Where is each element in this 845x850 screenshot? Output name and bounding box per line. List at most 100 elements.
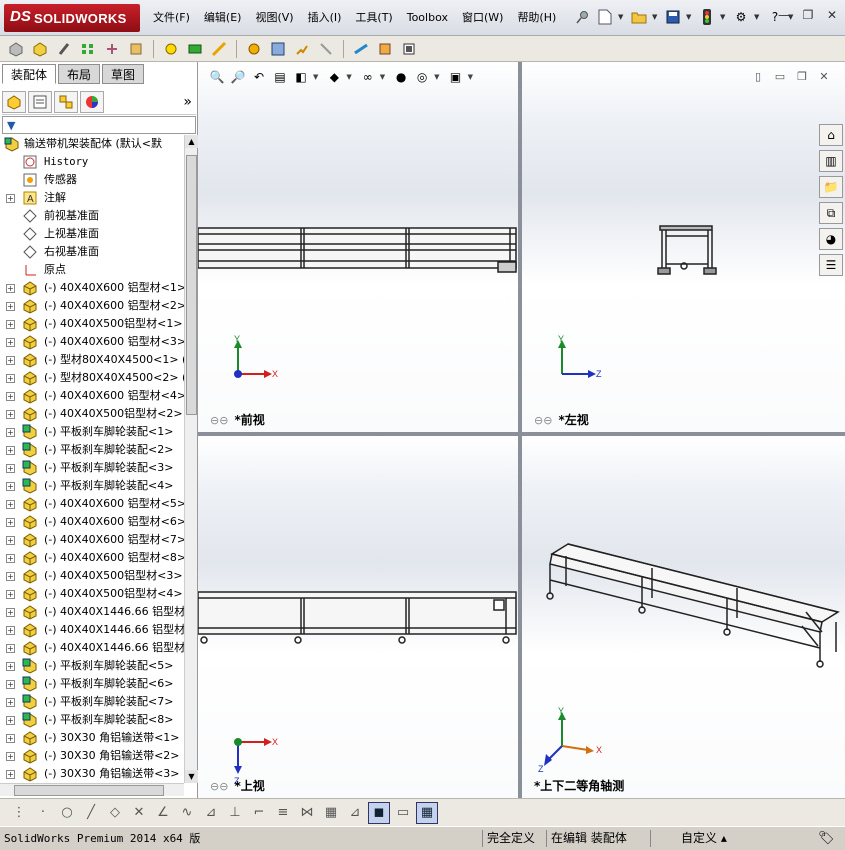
view-orientation-dropdown-icon[interactable]: ▼ [313,73,318,81]
new-part-icon[interactable] [30,39,50,59]
viewport-isometric[interactable]: Y X Z *上下二等角轴测 [522,436,845,798]
relation-icon[interactable]: ⊥ [224,802,246,824]
tab-assembly[interactable]: 装配体 [2,64,57,84]
tag-icon[interactable]: 🏷 [818,830,838,847]
tree-item[interactable]: + (-) 30X30 角铝输送带<3> [0,765,184,783]
view-settings-icon[interactable]: ▣ [447,68,465,86]
viewport-splitter-horizontal[interactable] [198,432,845,436]
zoom-to-area-icon[interactable]: 🔎 [229,68,247,86]
expand-toggle-icon[interactable]: + [6,698,15,707]
expand-toggle-icon[interactable]: + [6,626,15,635]
expand-toggle-icon[interactable]: + [6,356,15,365]
menu-help[interactable]: 帮助(H) [510,9,563,27]
minimize-icon[interactable]: — [777,8,791,22]
dimension-icon[interactable]: ⊿ [200,802,222,824]
new-document-icon[interactable] [596,8,614,26]
expand-toggle-icon[interactable]: + [6,518,15,527]
line-icon[interactable]: ╱ [80,802,102,824]
tree-item[interactable]: + (-) 30X30 角铝输送带<2> [0,747,184,765]
restore-icon[interactable]: ❐ [801,8,815,22]
trim-icon[interactable]: ✕ [128,802,150,824]
expand-toggle-icon[interactable]: + [6,338,15,347]
tile-horizontal-icon[interactable]: ▯ [751,70,765,84]
show-hidden-icon[interactable] [161,39,181,59]
expand-toggle-icon[interactable]: + [6,410,15,419]
shaded-view-icon[interactable]: ◼ [368,801,390,824]
tree-item[interactable]: + (-) 型材80X40X4500<1> ( [0,351,184,369]
tree-item[interactable]: + (-) 40X40X500铝型材<3> [0,567,184,585]
display-manager-icon[interactable] [80,90,104,113]
tree-item[interactable]: + (-) 平板刹车脚轮装配<4> [0,477,184,495]
tree-item[interactable]: + (-) 40X40X500铝型材<4> [0,585,184,603]
tree-item[interactable]: + (-) 40X40X600 铝型材<7> [0,531,184,549]
view-orientation-icon[interactable]: ◧ [292,68,310,86]
expand-toggle-icon[interactable]: + [6,680,15,689]
expand-toggle-icon[interactable]: + [6,572,15,581]
display-style-dropdown-icon[interactable]: ▼ [346,73,351,81]
view-settings-dropdown-icon[interactable]: ▼ [468,73,473,81]
expand-toggle-icon[interactable]: + [6,644,15,653]
tree-item[interactable]: + (-) 40X40X600 铝型材<1> [0,279,184,297]
expand-toggle-icon[interactable]: + [6,500,15,509]
scroll-up-icon[interactable]: ▲ [185,135,198,148]
expand-toggle-icon[interactable]: + [6,770,15,779]
expand-toggle-icon[interactable]: + [6,590,15,599]
tree-horizontal-scrollbar[interactable] [0,783,184,796]
insert-components-icon[interactable] [6,39,26,59]
property-manager-icon[interactable] [28,90,52,113]
tree-item[interactable]: 上视基准面 [0,225,184,243]
corner-icon[interactable]: ⌐ [248,802,270,824]
tree-item[interactable]: + (-) 40X40X600 铝型材<2> [0,297,184,315]
point-icon[interactable]: · [32,802,54,824]
close-icon[interactable]: ✕ [825,8,839,22]
close-viewport-icon[interactable]: ✕ [817,70,831,84]
tree-item[interactable]: + (-) 30X30 角铝输送带<1> [0,729,184,747]
tree-item[interactable]: + (-) 40X40X600 铝型材<5> [0,495,184,513]
appearances-icon[interactable]: ◕ [819,228,843,250]
new-motion-study-icon[interactable] [244,39,264,59]
expand-toggle-icon[interactable]: + [6,662,15,671]
tree-filter[interactable]: ▼ [2,116,196,134]
expand-toggle-icon[interactable]: + [6,464,15,473]
expand-toggle-icon[interactable]: + [6,734,15,743]
hide-show-dropdown-icon[interactable]: ▼ [380,73,385,81]
menu-file[interactable]: 文件(F) [146,9,197,27]
tree-root-assembly[interactable]: 输送带机架装配体 (默认<默 [0,135,184,153]
solidworks-logo[interactable]: DS SOLIDWORKS [4,4,140,32]
menu-view[interactable]: 视图(V) [248,9,300,27]
open-folder-icon[interactable] [630,8,648,26]
apply-scene-dropdown-icon[interactable]: ▼ [434,73,439,81]
tree-item[interactable]: + (-) 平板刹车脚轮装配<7> [0,693,184,711]
expand-toggle-icon[interactable]: + [6,752,15,761]
scroll-down-icon[interactable]: ▼ [185,770,198,783]
previous-view-icon[interactable]: ↶ [250,68,268,86]
menu-window[interactable]: 窗口(W) [455,9,510,27]
interference-detection-icon[interactable] [351,39,371,59]
tile-vertical-icon[interactable]: ▭ [773,70,787,84]
viewport-splitter-vertical[interactable] [518,62,522,798]
tree-item[interactable]: + (-) 40X40X1446.66 铝型材 [0,603,184,621]
tree-item[interactable]: 原点 [0,261,184,279]
unit-system[interactable]: 自定义 ▴ [650,830,760,847]
menu-edit[interactable]: 编辑(E) [197,9,249,27]
tree-item[interactable]: + (-) 型材80X40X4500<2> ( [0,369,184,387]
view-palette-icon[interactable]: ⧉ [819,202,843,224]
tree-item[interactable]: + (-) 平板刹车脚轮装配<5> [0,657,184,675]
graphics-area[interactable]: Y X ⊖⊖ *前视 Y Z ⊖⊖ *左视 X Z ⊖⊖ *上视 Y X Z *… [198,62,845,798]
tree-item[interactable]: History [0,153,184,171]
pin-icon[interactable] [574,8,592,26]
zoom-to-fit-icon[interactable]: 🔍 [208,68,226,86]
expand-toggle-icon[interactable]: + [6,608,15,617]
tree-item[interactable]: + (-) 40X40X500铝型材<1> [0,315,184,333]
viewport-front[interactable]: Y X ⊖⊖ *前视 [198,64,518,432]
expand-toggle-icon[interactable]: + [6,482,15,491]
expand-chevron-icon[interactable]: » [183,94,192,110]
single-view-icon[interactable]: ▭ [392,802,414,824]
offset-icon[interactable]: ≡ [272,802,294,824]
tab-layout[interactable]: 布局 [58,64,101,84]
restore-viewport-icon[interactable]: ❐ [795,70,809,84]
tree-item[interactable]: 右视基准面 [0,243,184,261]
spline-icon[interactable]: ∿ [176,802,198,824]
tree-item[interactable]: + (-) 40X40X600 铝型材<8> [0,549,184,567]
section-view-icon[interactable]: ▤ [271,68,289,86]
